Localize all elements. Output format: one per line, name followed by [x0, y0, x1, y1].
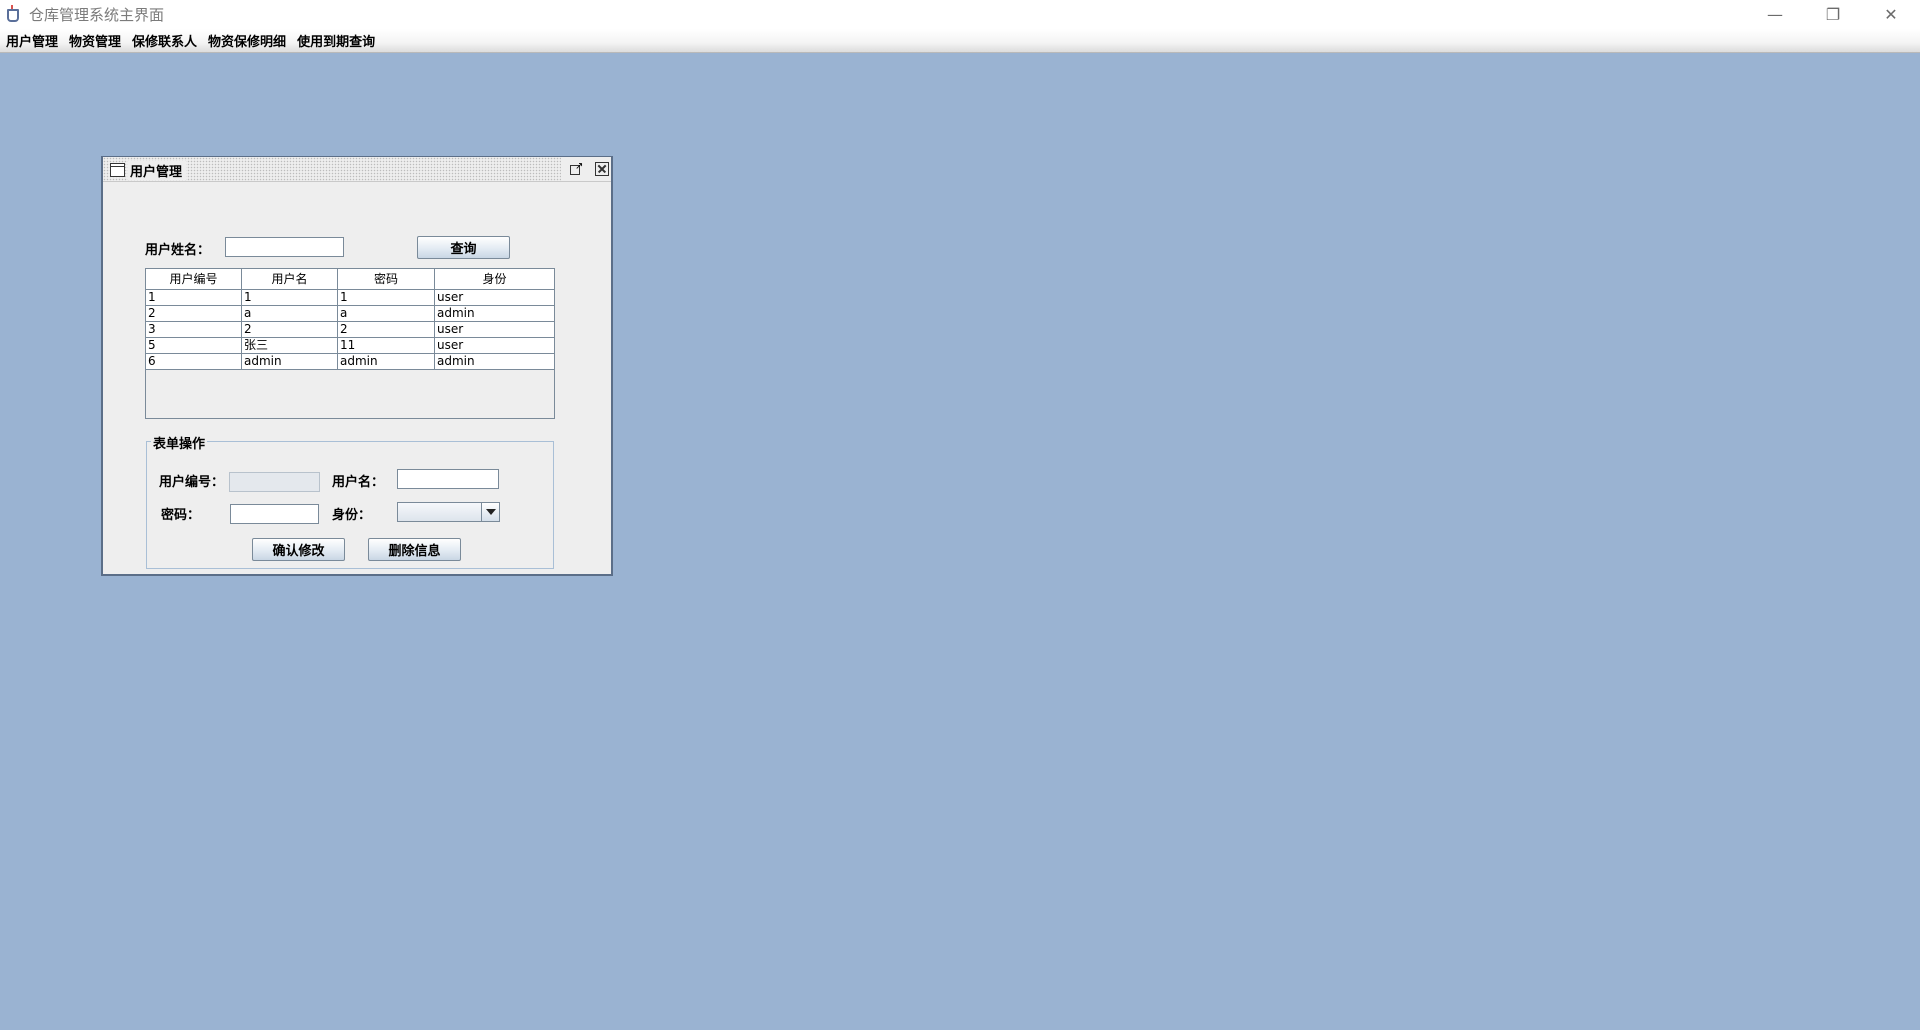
table-row[interactable]: 3 2 2 user — [146, 322, 554, 338]
menu-expiry-query[interactable]: 使用到期查询 — [293, 31, 382, 50]
frame-title: 用户管理 — [128, 161, 187, 180]
cell-password[interactable]: admin — [338, 354, 435, 369]
cell-role[interactable]: admin — [435, 306, 554, 321]
cell-username[interactable]: 1 — [242, 290, 338, 305]
chevron-down-icon[interactable] — [481, 503, 499, 521]
cell-role[interactable]: user — [435, 322, 554, 337]
cell-password[interactable]: 2 — [338, 322, 435, 337]
username-field[interactable] — [397, 469, 499, 489]
cell-password[interactable]: a — [338, 306, 435, 321]
frame-maximize-icon[interactable]: ↗ — [569, 162, 583, 176]
close-button[interactable]: ✕ — [1862, 0, 1920, 29]
cell-role[interactable]: user — [435, 338, 554, 353]
role-combobox[interactable] — [397, 502, 500, 522]
minimize-button[interactable]: — — [1746, 0, 1804, 29]
cell-username[interactable]: a — [242, 306, 338, 321]
restore-button[interactable]: ❐ — [1804, 0, 1862, 29]
java-app-icon — [3, 4, 23, 25]
column-header-username[interactable]: 用户名 — [242, 269, 338, 289]
cell-user-id[interactable]: 5 — [146, 338, 242, 353]
cell-username[interactable]: 2 — [242, 322, 338, 337]
username-label: 用户名： — [332, 475, 385, 490]
user-table: 用户编号 用户名 密码 身份 1 1 1 user 2 a a admin 3 … — [145, 268, 555, 419]
search-name-label: 用户姓名： — [145, 243, 211, 258]
cell-user-id[interactable]: 1 — [146, 290, 242, 305]
query-button[interactable]: 查询 — [417, 236, 510, 259]
menu-warranty-details[interactable]: 物资保修明细 — [204, 31, 293, 50]
frame-close-icon[interactable] — [595, 162, 609, 176]
frame-titlebar[interactable]: 用户管理 ↗ — [103, 157, 611, 182]
column-header-password[interactable]: 密码 — [338, 269, 435, 289]
menu-material-management[interactable]: 物资管理 — [65, 31, 128, 50]
cell-role[interactable]: user — [435, 290, 554, 305]
cell-username[interactable]: 张三 — [242, 338, 338, 353]
column-header-role[interactable]: 身份 — [435, 269, 554, 289]
table-row[interactable]: 6 admin admin admin — [146, 354, 554, 370]
column-header-user-id[interactable]: 用户编号 — [146, 269, 242, 289]
cell-user-id[interactable]: 6 — [146, 354, 242, 369]
frame-window-icon — [110, 163, 125, 177]
menu-warranty-contact[interactable]: 保修联系人 — [128, 31, 204, 50]
password-label: 密码： — [161, 508, 201, 523]
table-header: 用户编号 用户名 密码 身份 — [146, 269, 554, 290]
cell-password[interactable]: 11 — [338, 338, 435, 353]
window-title: 仓库管理系统主界面 — [29, 6, 165, 24]
user-id-field — [229, 472, 320, 492]
menubar: 用户管理 物资管理 保修联系人 物资保修明细 使用到期查询 — [0, 29, 1920, 53]
cell-user-id[interactable]: 3 — [146, 322, 242, 337]
table-row[interactable]: 5 张三 11 user — [146, 338, 554, 354]
window-controls: — ❐ ✕ — [1746, 0, 1920, 29]
search-name-input[interactable] — [225, 237, 344, 257]
window-titlebar: 仓库管理系统主界面 — ❐ ✕ — [0, 0, 1920, 29]
user-id-label: 用户编号： — [159, 475, 225, 490]
form-group-title: 表单操作 — [151, 433, 208, 452]
table-row[interactable]: 2 a a admin — [146, 306, 554, 322]
user-management-frame: 用户管理 ↗ 用户姓名： 查询 用户编号 用户名 密码 身份 1 1 1 use… — [101, 156, 613, 576]
confirm-modify-button[interactable]: 确认修改 — [252, 538, 345, 561]
cell-role[interactable]: admin — [435, 354, 554, 369]
form-operations-group: 表单操作 用户编号： 用户名： 密码： 身份： 确认修改 删除信息 — [146, 433, 554, 569]
cell-password[interactable]: 1 — [338, 290, 435, 305]
password-field[interactable] — [230, 504, 319, 524]
cell-username[interactable]: admin — [242, 354, 338, 369]
role-label: 身份： — [332, 508, 372, 523]
delete-info-button[interactable]: 删除信息 — [368, 538, 461, 561]
table-row[interactable]: 1 1 1 user — [146, 290, 554, 306]
cell-user-id[interactable]: 2 — [146, 306, 242, 321]
menu-user-management[interactable]: 用户管理 — [2, 31, 65, 50]
